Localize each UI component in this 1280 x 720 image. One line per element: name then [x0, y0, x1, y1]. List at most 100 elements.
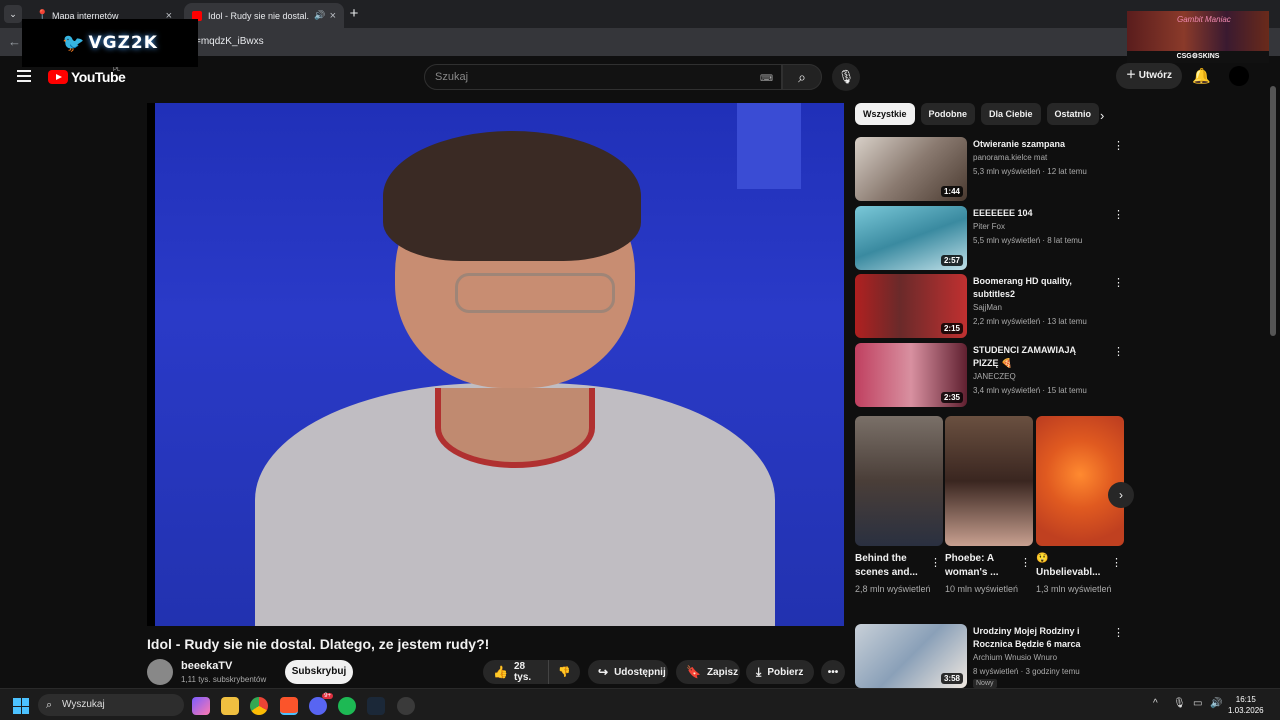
- steam-icon[interactable]: [367, 697, 385, 715]
- video-thumbnail: 2:35: [855, 343, 967, 407]
- like-button[interactable]: 👍 28 tys.: [483, 660, 548, 684]
- back-arrow-icon[interactable]: ←: [8, 34, 21, 49]
- youtube-page: YouTube PL Szukaj ⌨ ⌕ 🎙 ＋ Utwórz 🔔 Idol …: [0, 56, 1280, 688]
- scrollbar-thumb[interactable]: [1270, 86, 1276, 336]
- new-tab-button[interactable]: +: [346, 5, 362, 22]
- spotify-icon[interactable]: [338, 697, 356, 715]
- obs-icon[interactable]: [397, 697, 415, 715]
- kebab-menu-icon[interactable]: ⋮: [930, 556, 941, 569]
- chevron-up-icon[interactable]: ^: [1153, 698, 1158, 709]
- short-item[interactable]: Phoebe: A woman's ... 10 mln wyświetleń …: [945, 416, 1033, 596]
- duration-badge: 1:44: [940, 186, 963, 197]
- url-text[interactable]: =mqdzK_iBwxs: [195, 36, 264, 47]
- video-thumbnail: 1:44: [855, 137, 967, 201]
- brave-browser-icon[interactable]: [280, 697, 298, 715]
- rec-meta: 2,2 mln wyświetleń · 13 lat temu: [973, 317, 1087, 326]
- rec-meta: 8 wyświetleń · 3 godziny temu: [973, 667, 1080, 676]
- kebab-menu-icon[interactable]: ⋮: [1111, 556, 1122, 569]
- more-actions-button[interactable]: •••: [821, 660, 845, 684]
- short-item[interactable]: 😲 Unbelievabl... 1,3 mln wyświetleń ⋮: [1036, 416, 1124, 596]
- video-player[interactable]: [147, 103, 844, 626]
- page-scrollbar[interactable]: [1270, 76, 1278, 686]
- rec-channel: panorama.kielce mat: [973, 153, 1048, 162]
- recommendation-item[interactable]: 1:44 Otwieranie szampana panorama.kielce…: [855, 137, 1124, 201]
- windows-taskbar: ⌕ Wyszukaj 9+ ^ 🎙 ▭ 🔊 16:15 1.03.2026: [0, 688, 1280, 720]
- windows-start-icon[interactable]: [13, 698, 29, 714]
- create-button[interactable]: ＋ Utwórz: [1116, 63, 1182, 89]
- save-button[interactable]: 🔖 Zapisz: [676, 660, 740, 684]
- video-thumbnail: 2:57: [855, 206, 967, 270]
- search-icon: ⌕: [798, 69, 806, 85]
- dislike-button[interactable]: 👎: [548, 660, 580, 684]
- rec-channel: JANECZEQ: [973, 372, 1016, 381]
- short-title: Phoebe: A woman's ...: [945, 553, 999, 578]
- kebab-menu-icon[interactable]: ⋮: [1113, 345, 1124, 358]
- download-icon: ⤓: [756, 664, 762, 679]
- taskbar-search-label: Wyszukaj: [62, 699, 105, 710]
- kebab-menu-icon[interactable]: ⋮: [1113, 626, 1124, 639]
- rec-channel: SajjMan: [973, 303, 1002, 312]
- kebab-menu-icon[interactable]: ⋮: [1113, 208, 1124, 221]
- volume-icon[interactable]: 🔊: [1210, 698, 1222, 709]
- thumbs-down-icon: 👎: [558, 666, 571, 678]
- clock-time: 16:15: [1235, 695, 1256, 704]
- chip-all[interactable]: Wszystkie: [855, 103, 915, 125]
- duration-badge: 2:15: [940, 323, 963, 334]
- rec-channel: Archium Wnusio Wnuro: [973, 653, 1058, 662]
- chrome-icon[interactable]: [250, 697, 268, 715]
- rec-badge-wrap: Nowy: [973, 677, 997, 688]
- short-thumbnail: [855, 416, 943, 546]
- chip-recent[interactable]: Ostatnio: [1046, 103, 1100, 125]
- keyboard-icon[interactable]: ⌨: [760, 73, 773, 84]
- download-button[interactable]: ⤓ Pobierz: [746, 660, 814, 684]
- browser-tab-2[interactable]: Idol - Rudy sie nie dostal. D 🔊 ×: [184, 3, 344, 28]
- rec-meta: 5,3 mln wyświetleń · 12 lat temu: [973, 167, 1087, 176]
- short-item[interactable]: Behind the scenes and... 2,8 mln wyświet…: [855, 416, 943, 596]
- person-hair: [383, 131, 641, 261]
- clock-date: 1.03.2026: [1228, 706, 1264, 715]
- recommendation-item[interactable]: 2:57 EEEEEEE 104 Piter Fox 5,5 mln wyświ…: [855, 206, 1124, 270]
- tab-search-button[interactable]: ⌄: [4, 5, 22, 23]
- video-frame: [155, 103, 844, 626]
- channel-avatar[interactable]: [147, 659, 173, 685]
- notifications-bell-icon[interactable]: 🔔: [1192, 67, 1211, 85]
- rec-title: Boomerang HD quality, subtitles2: [973, 276, 1072, 299]
- file-explorer-icon[interactable]: [221, 697, 239, 715]
- shorts-next-button[interactable]: ›: [1108, 482, 1134, 508]
- chevron-right-icon[interactable]: ›: [1100, 108, 1104, 123]
- bookmark-icon: 🔖: [686, 665, 701, 679]
- search-placeholder: Szukaj: [435, 71, 469, 83]
- kebab-menu-icon[interactable]: ⋮: [1020, 556, 1031, 569]
- voice-search-button[interactable]: 🎙: [832, 63, 860, 91]
- thumbs-up-icon: 👍: [493, 665, 508, 679]
- channel-name[interactable]: beeekaTV: [181, 660, 232, 672]
- menu-icon[interactable]: [17, 70, 31, 85]
- close-tab-icon[interactable]: ×: [330, 10, 336, 22]
- recommendation-item[interactable]: 2:15 Boomerang HD quality, subtitles2 Sa…: [855, 274, 1124, 338]
- system-clock[interactable]: 16:15 1.03.2026: [1228, 694, 1264, 716]
- recommendation-item[interactable]: 3:58 Urodziny Mojej Rodziny i Rocznica B…: [855, 624, 1124, 688]
- recommendation-item[interactable]: 2:35 STUDENCI ZAMAWIAJĄ PIZZĘ 🍕 JANECZEQ…: [855, 343, 1124, 407]
- share-button[interactable]: ↪ Udostępnij: [588, 660, 668, 684]
- network-icon[interactable]: ▭: [1193, 698, 1202, 709]
- duration-badge: 2:57: [940, 255, 963, 266]
- search-button[interactable]: ⌕: [782, 64, 822, 90]
- microphone-icon[interactable]: 🎙: [1173, 698, 1186, 709]
- kebab-menu-icon[interactable]: ⋮: [1113, 139, 1124, 152]
- speaker-icon[interactable]: 🔊: [314, 10, 325, 21]
- subscriber-count: 1,11 tys. subskrybentów: [181, 675, 267, 684]
- vgz-logo-text: VGZ2K: [88, 33, 158, 53]
- search-input[interactable]: Szukaj ⌨: [424, 64, 782, 90]
- account-avatar[interactable]: [1229, 66, 1249, 86]
- chip-similar[interactable]: Podobne: [920, 103, 976, 125]
- rec-title: Otwieranie szampana: [973, 139, 1066, 149]
- kebab-menu-icon[interactable]: ⋮: [1113, 276, 1124, 289]
- chip-for-you[interactable]: Dla Ciebie: [981, 103, 1041, 125]
- copilot-icon[interactable]: [192, 697, 210, 715]
- share-arrow-icon: ↪: [598, 665, 609, 679]
- person-glasses: [455, 273, 615, 313]
- taskbar-search[interactable]: ⌕ Wyszukaj: [38, 694, 184, 716]
- discord-icon[interactable]: 9+: [309, 693, 333, 715]
- short-title: Behind the scenes and...: [855, 553, 918, 578]
- subscribe-button[interactable]: Subskrybuj: [285, 660, 353, 684]
